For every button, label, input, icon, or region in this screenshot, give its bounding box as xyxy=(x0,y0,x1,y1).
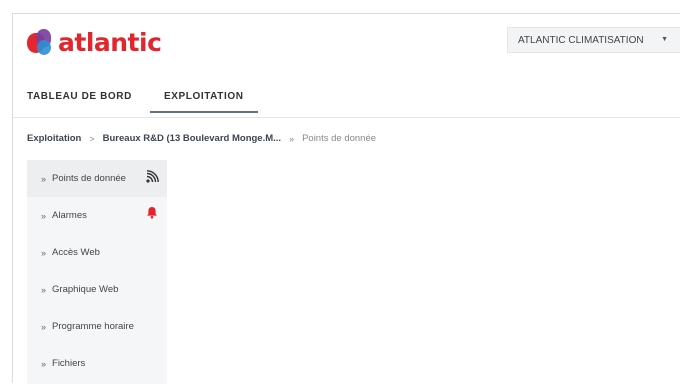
company-select-value: ATLANTIC CLIMATISATION xyxy=(518,34,644,46)
sidebar-item-graphique-web[interactable]: » Graphique Web xyxy=(27,271,167,308)
chevron-right-icon: » xyxy=(41,247,47,258)
breadcrumb-current: Points de donnée xyxy=(302,133,377,144)
sidebar-item-label: Accès Web xyxy=(52,247,100,258)
atlantic-logo[interactable]: atlantic xyxy=(27,27,162,57)
sidebar-item-fichiers[interactable]: » Fichiers xyxy=(27,345,167,382)
breadcrumb-separator: > xyxy=(89,133,95,144)
company-select[interactable]: ATLANTIC CLIMATISATION ▼ xyxy=(507,27,680,53)
chevron-right-icon: » xyxy=(41,173,47,184)
sidebar-item-label: Programme horaire xyxy=(52,321,134,332)
breadcrumb-site[interactable]: Bureaux R&D (13 Boulevard Monge.M... xyxy=(103,133,281,144)
breadcrumb-separator: » xyxy=(289,133,295,144)
sidebar-item-label: Graphique Web xyxy=(52,284,119,295)
sidebar-item-label: Alarmes xyxy=(52,210,87,221)
atlantic-logo-mark-icon xyxy=(27,28,53,56)
breadcrumb-exploitation[interactable]: Exploitation xyxy=(27,133,81,144)
app-window: atlantic ATLANTIC CLIMATISATION ▼ TABLEA… xyxy=(12,13,680,384)
sidebar-item-points-de-donnee[interactable]: » Points de donnée xyxy=(27,160,167,197)
sidebar-item-programme-horaire[interactable]: » Programme horaire xyxy=(27,308,167,345)
rss-feed-icon xyxy=(146,170,159,186)
chevron-right-icon: » xyxy=(41,358,47,369)
tab-exploitation[interactable]: EXPLOITATION xyxy=(149,91,258,113)
bell-icon xyxy=(146,206,158,222)
sidebar: » Points de donnée » Alarmes » Accès Web… xyxy=(27,160,167,384)
sidebar-item-acces-web[interactable]: » Accès Web xyxy=(27,234,167,271)
chevron-right-icon: » xyxy=(41,321,47,332)
logo-text: atlantic xyxy=(58,27,162,57)
chevron-right-icon: » xyxy=(41,284,47,295)
caret-down-icon: ▼ xyxy=(661,36,668,43)
chevron-right-icon: » xyxy=(41,210,47,221)
tab-tableau-de-bord[interactable]: TABLEAU DE BORD xyxy=(27,91,132,113)
sidebar-item-label: Points de donnée xyxy=(52,173,126,184)
header: atlantic ATLANTIC CLIMATISATION ▼ xyxy=(13,14,680,74)
main-tabs: TABLEAU DE BORD EXPLOITATION xyxy=(27,91,258,113)
sidebar-item-alarmes[interactable]: » Alarmes xyxy=(27,197,167,234)
sidebar-item-label: Fichiers xyxy=(52,358,86,369)
breadcrumb: Exploitation > Bureaux R&D (13 Boulevard… xyxy=(27,133,376,144)
tabs-divider xyxy=(13,117,680,118)
